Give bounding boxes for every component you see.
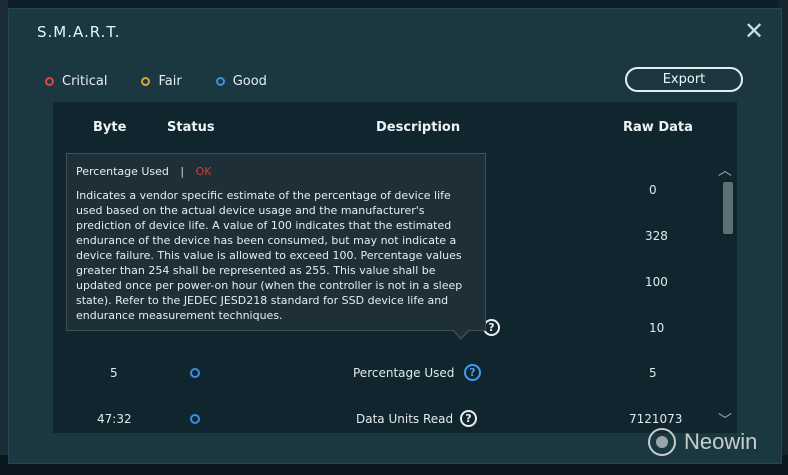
description-tooltip: Percentage Used | OK Indicates a vendor … xyxy=(66,153,486,331)
legend-fair-label: Fair xyxy=(158,73,182,89)
legend-good-label: Good xyxy=(232,73,267,89)
column-header-description: Description xyxy=(376,120,461,135)
critical-dot-icon xyxy=(45,76,54,86)
scroll-down-chevron-icon[interactable]: ﹀ xyxy=(718,410,732,430)
dialog-title: S.M.A.R.T. xyxy=(37,23,121,41)
byte-cell: 5 xyxy=(110,366,118,380)
raw-data-cell: 10 xyxy=(649,321,665,335)
scroll-up-chevron-icon[interactable]: ︿ xyxy=(718,160,732,180)
status-legend: Critical Fair Good xyxy=(45,71,301,91)
good-dot-icon xyxy=(215,76,225,86)
help-icon[interactable]: ? xyxy=(460,410,477,427)
status-good-icon xyxy=(190,414,200,424)
neowin-logo-icon xyxy=(648,428,676,456)
neowin-watermark: Neowin xyxy=(648,428,757,456)
status-good-icon xyxy=(190,368,200,378)
legend-fair: Fair xyxy=(141,73,182,89)
raw-data-cell: 100 xyxy=(645,275,668,289)
raw-data-cell: 7121073 xyxy=(629,412,683,426)
scrollbar-thumb[interactable] xyxy=(723,182,733,234)
tooltip-separator: | xyxy=(180,165,185,178)
fair-dot-icon xyxy=(141,76,151,86)
tooltip-status: OK xyxy=(195,165,212,178)
close-icon[interactable]: ✕ xyxy=(742,19,766,43)
watermark-text: Neowin xyxy=(684,429,758,454)
tooltip-header: Percentage Used | OK xyxy=(76,164,476,179)
byte-cell: 47:32 xyxy=(97,412,132,426)
background-sidebar xyxy=(0,0,8,475)
tooltip-arrow xyxy=(452,329,470,340)
column-header-byte: Byte xyxy=(93,120,127,135)
column-header-raw-data: Raw Data xyxy=(623,120,693,135)
legend-good: Good xyxy=(215,73,267,89)
help-icon[interactable]: ? xyxy=(464,364,481,381)
raw-data-cell: 328 xyxy=(645,229,668,243)
raw-data-cell: 5 xyxy=(649,366,657,380)
export-button[interactable]: Export xyxy=(625,67,743,92)
description-cell: Percentage Used xyxy=(353,366,455,380)
legend-critical-label: Critical xyxy=(62,73,108,89)
legend-critical: Critical xyxy=(45,74,107,89)
column-header-status: Status xyxy=(167,120,215,135)
tooltip-title: Percentage Used xyxy=(76,165,169,178)
description-cell: Data Units Read xyxy=(356,412,454,426)
tooltip-body: Indicates a vendor specific estimate of … xyxy=(76,189,463,322)
raw-data-cell: 0 xyxy=(649,183,657,197)
